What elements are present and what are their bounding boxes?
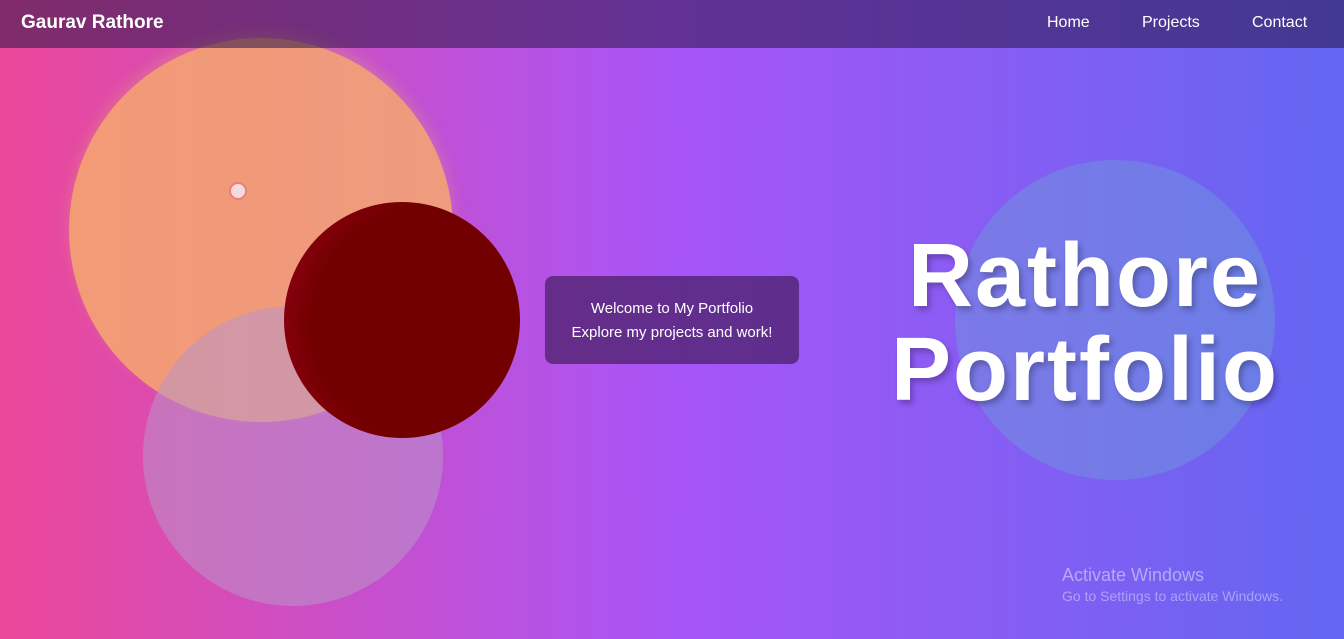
hero-title-line-2: Portfolio <box>891 320 1279 420</box>
welcome-subtext: Explore my projects and work! <box>571 324 773 341</box>
nav-link-projects[interactable]: Projects <box>1142 14 1200 32</box>
activate-windows-watermark: Activate Windows Go to Settings to activ… <box>1062 564 1283 606</box>
nav-link-contact[interactable]: Contact <box>1252 14 1307 32</box>
welcome-card: Welcome to My Portfolio Explore my proje… <box>545 276 799 364</box>
watermark-title: Activate Windows <box>1062 565 1205 585</box>
hero-title-line-1: Rathore <box>907 226 1263 326</box>
decorative-maroon-circle <box>284 202 520 438</box>
welcome-heading: Welcome to My Portfolio <box>590 300 754 317</box>
cursor-dot <box>229 182 247 200</box>
nav-link-home[interactable]: Home <box>1047 14 1090 32</box>
brand-logo[interactable]: Gaurav Rathore <box>21 12 164 34</box>
hero-title: Rathore Portfolio <box>845 229 1325 417</box>
watermark-subtitle: Go to Settings to activate Windows. <box>1062 588 1283 604</box>
navbar: Gaurav Rathore Home Projects Contact <box>0 0 1344 48</box>
